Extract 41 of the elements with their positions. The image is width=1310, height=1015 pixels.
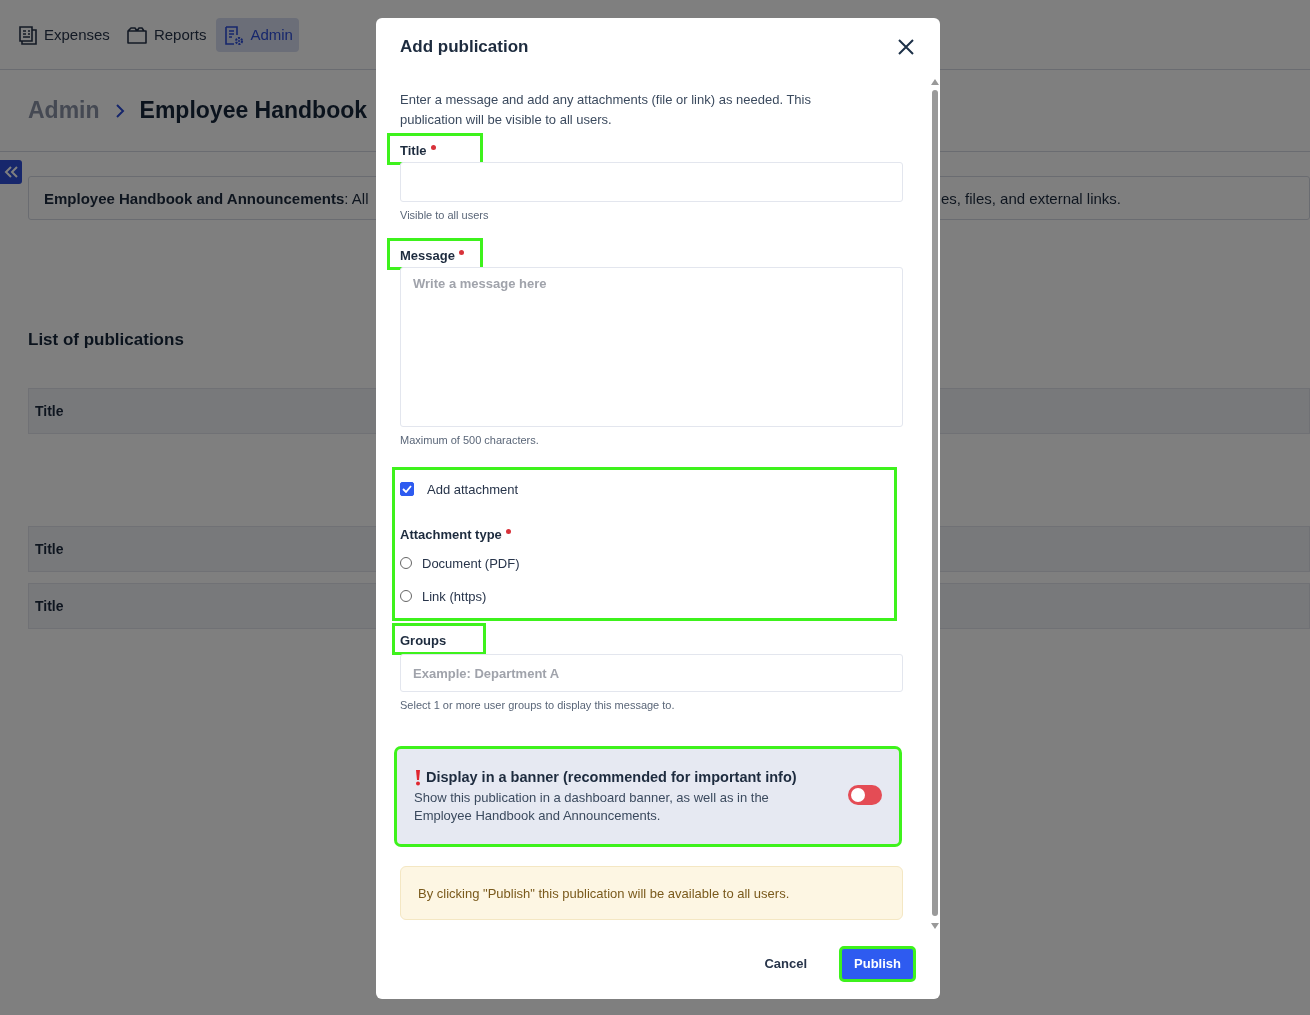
collapse-button[interactable]	[0, 160, 22, 184]
checkbox-option[interactable]: Add attachment	[400, 472, 519, 504]
radio-option[interactable]: Link (https)	[400, 580, 487, 612]
dialog-title: Add publication	[400, 37, 529, 57]
close-button[interactable]	[898, 39, 914, 55]
nav-tab[interactable]: Admin	[216, 17, 299, 52]
banner-description: Show this publication in a dashboard banner, as well as in the Employee Handbook and Announcements.	[414, 789, 770, 825]
column-header: Title	[35, 598, 64, 614]
field-label: Title	[390, 136, 480, 162]
double-chevron-left-icon	[3, 165, 19, 179]
close-icon	[898, 39, 914, 55]
hint-text: Select 1 or more user groups to display this message to.	[400, 699, 675, 711]
nav-tab[interactable]: Reports	[119, 17, 213, 52]
message-input[interactable]: Write a message here	[400, 267, 903, 427]
nav-tab[interactable]: Expenses	[10, 17, 116, 52]
document-gear-icon	[222, 23, 245, 46]
publish-button[interactable]: Publish	[841, 947, 914, 980]
receipt-icon	[16, 23, 38, 46]
banner-title: Display in a banner (recommended for important info)	[426, 769, 797, 785]
title-input[interactable]	[400, 162, 903, 202]
cancel-button[interactable]: Cancel	[758, 947, 814, 980]
field-label: Groups	[395, 626, 483, 652]
page-title: Employee Handbook	[139, 97, 368, 124]
groups-input[interactable]: Example: Department A	[400, 654, 903, 692]
hint-text: Maximum of 500 characters.	[400, 434, 539, 446]
field-label: Message	[390, 241, 480, 267]
column-header: Title	[35, 403, 64, 419]
info-text: Employee Handbook and Announcements: All	[44, 189, 369, 207]
checkbox[interactable]	[400, 482, 414, 496]
exclamation-icon	[414, 768, 422, 786]
toggle-switch[interactable]	[848, 784, 882, 805]
info-text: es, files, and external links.	[940, 189, 1121, 207]
chevron-right-icon	[113, 101, 126, 120]
checkmark-icon	[402, 485, 412, 493]
field-label: Attachment type	[400, 520, 511, 546]
radio-option[interactable]: Document (PDF)	[400, 547, 520, 579]
section-heading: List of publications	[28, 330, 185, 350]
notice-message: By clicking "Publish" this publication will be available to all users.	[400, 866, 903, 920]
hint-text: Visible to all users	[400, 209, 489, 221]
column-header: Title	[35, 541, 64, 557]
intro-text: Enter a message and add any attachments (file or link) as needed. This publication will be visible to all users.	[400, 91, 812, 129]
